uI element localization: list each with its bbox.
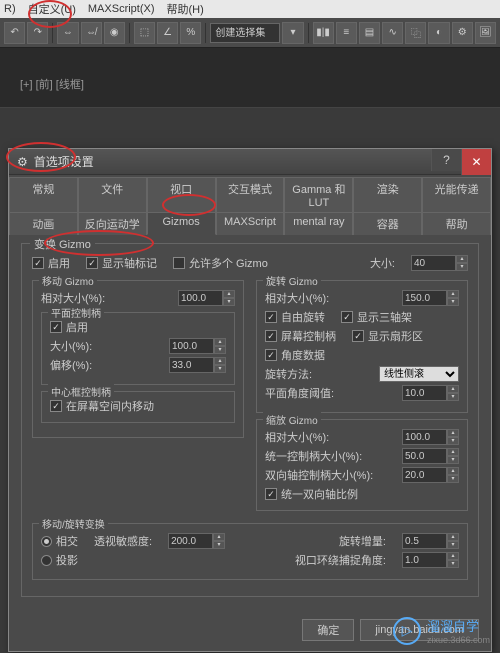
angle-data-checkbox[interactable]: ✓角度数据 [265,347,325,363]
menu-customize[interactable]: 自定义(U) [28,1,76,17]
plane-enable-checkbox[interactable]: ✓启用 [50,319,88,335]
play-icon: ▷ [393,617,421,645]
render-setup-icon[interactable]: ⚙ [452,22,473,44]
biaxial-size-spinner[interactable]: ▴▾ [402,467,459,483]
persp-sens-spinner[interactable]: ▴▾ [168,533,225,549]
menu-help[interactable]: 帮助(H) [167,1,204,17]
tab-files[interactable]: 文件 [78,177,147,212]
curve-editor-icon[interactable]: ∿ [382,22,403,44]
main-toolbar: ↶ ↷ ⇔ ⇎ ◉ ⬚ ∠ % 创建选择集 ▾ ▮|▮ ≡ ▤ ∿ ⿻ ◐ ⚙ … [0,18,500,48]
ok-button[interactable]: 确定 [302,619,354,641]
rotate-method-dropdown[interactable]: 线性侧滚 [379,366,459,382]
snap-icon[interactable]: ⬚ [134,22,155,44]
move-rotate-transform-group: 移动/旋转变换 相交 透视敏感度: ▴▾ 旋转增量: ▴▾ 投影 视口环绕捕捉角… [32,523,468,580]
tab-maxscript[interactable]: MAXScript [216,212,285,235]
tab-radiosity[interactable]: 光能传递 [422,177,491,212]
schematic-icon[interactable]: ⿻ [405,22,426,44]
uniform-biaxial-checkbox[interactable]: ✓统一双向轴比例 [265,486,358,502]
align-icon[interactable]: ≡ [336,22,357,44]
tab-general[interactable]: 常规 [9,177,78,212]
tab-ik[interactable]: 反向运动学 [78,212,147,235]
plane-size-spinner[interactable]: ▴▾ [169,338,226,354]
rotate-gizmo-group: 旋转 Gizmo 相对大小(%):▴▾ ✓自由旋转 ✓显示三轴架 ✓屏幕控制柄 … [256,280,468,413]
tab-mentalray[interactable]: mental ray [284,212,353,235]
rot-incr-spinner[interactable]: ▴▾ [402,533,459,549]
menu-maxscript[interactable]: MAXScript(X) [88,3,155,15]
bind-icon[interactable]: ◉ [104,22,125,44]
screen-handle-checkbox[interactable]: ✓屏幕控制柄 [265,328,336,344]
tripod-checkbox[interactable]: ✓显示三轴架 [341,309,412,325]
pie-checkbox[interactable]: ✓显示扇形区 [352,328,423,344]
layers-icon[interactable]: ▤ [359,22,380,44]
tab-interaction[interactable]: 交互模式 [216,177,285,212]
viewport-area: [+] [前] [线框] [0,48,500,108]
tab-strip: 常规 文件 视口 交互模式 Gamma 和 LUT 渲染 光能传递 动画 反向运… [9,175,491,235]
plane-offset-spinner[interactable]: ▴▾ [169,357,226,373]
rotate-relsize-spinner[interactable]: ▴▾ [402,290,459,306]
transform-gizmo-group: 变换 Gizmo ✓启用 ✓显示轴标记 允许多个 Gizmo 大小: ▴▾ 移动… [21,243,479,597]
dropdown-icon[interactable]: ▾ [282,22,303,44]
percent-snap-icon[interactable]: % [180,22,201,44]
scale-gizmo-group: 缩放 Gizmo 相对大小(%):▴▾ 统一控制柄大小(%):▴▾ 双向轴控制柄… [256,419,468,511]
settings-icon: ⚙ [17,155,28,169]
dialog-title-text: 首选项设置 [34,153,94,170]
move-gizmo-group: 移动 Gizmo 相对大小(%):▴▾ 平面控制柄 ✓启用 大小(%):▴▾ 偏… [32,280,244,438]
planar-thresh-spinner[interactable]: ▴▾ [402,385,459,401]
tab-gizmos[interactable]: Gizmos [147,212,216,235]
selection-set-dropdown[interactable]: 创建选择集 [210,23,280,43]
material-icon[interactable]: ◐ [428,22,449,44]
tab-gamma[interactable]: Gamma 和 LUT [284,177,353,212]
link-icon[interactable]: ⇔ [57,22,78,44]
enable-checkbox[interactable]: ✓启用 [32,255,70,271]
undo-icon[interactable]: ↶ [4,22,25,44]
redo-icon[interactable]: ↷ [27,22,48,44]
scale-relsize-spinner[interactable]: ▴▾ [402,429,459,445]
preferences-dialog: ⚙ 首选项设置 ? ✕ 常规 文件 视口 交互模式 Gamma 和 LUT 渲染… [8,148,492,652]
render-icon[interactable]: 🖼 [475,22,496,44]
uniform-size-spinner[interactable]: ▴▾ [402,448,459,464]
transform-gizmo-title: 变换 Gizmo [30,236,95,252]
size-label: 大小: [370,255,395,271]
intersect-radio[interactable]: 相交 [41,533,78,549]
tab-help[interactable]: 帮助 [422,212,491,235]
dialog-titlebar[interactable]: ⚙ 首选项设置 ? ✕ [9,149,491,175]
help-button[interactable]: ? [431,149,461,171]
show-axis-checkbox[interactable]: ✓显示轴标记 [86,255,157,271]
size-spinner[interactable]: ▴▾ [411,255,468,271]
free-rotate-checkbox[interactable]: ✓自由旋转 [265,309,325,325]
watermark: ▷ 溜溜自学 zixue.3d66.com [393,616,490,645]
close-button[interactable]: ✕ [461,149,491,175]
unlink-icon[interactable]: ⇎ [81,22,102,44]
tab-animation[interactable]: 动画 [9,212,78,235]
move-relsize-spinner[interactable]: ▴▾ [178,290,235,306]
tab-viewports[interactable]: 视口 [147,177,216,212]
tab-rendering[interactable]: 渲染 [353,177,422,212]
center-enable-checkbox[interactable]: ✓在屏幕空间内移动 [50,398,154,414]
viewport-label[interactable]: [+] [前] [线框] [20,79,84,91]
project-radio[interactable]: 投影 [41,552,78,568]
mirror-icon[interactable]: ▮|▮ [313,22,334,44]
snap-angle-spinner[interactable]: ▴▾ [402,552,459,568]
allow-multi-checkbox[interactable]: 允许多个 Gizmo [173,255,268,271]
menu-r[interactable]: R) [4,3,16,15]
angle-snap-icon[interactable]: ∠ [157,22,178,44]
tab-containers[interactable]: 容器 [353,212,422,235]
main-menubar[interactable]: R) 自定义(U) MAXScript(X) 帮助(H) [0,0,500,18]
